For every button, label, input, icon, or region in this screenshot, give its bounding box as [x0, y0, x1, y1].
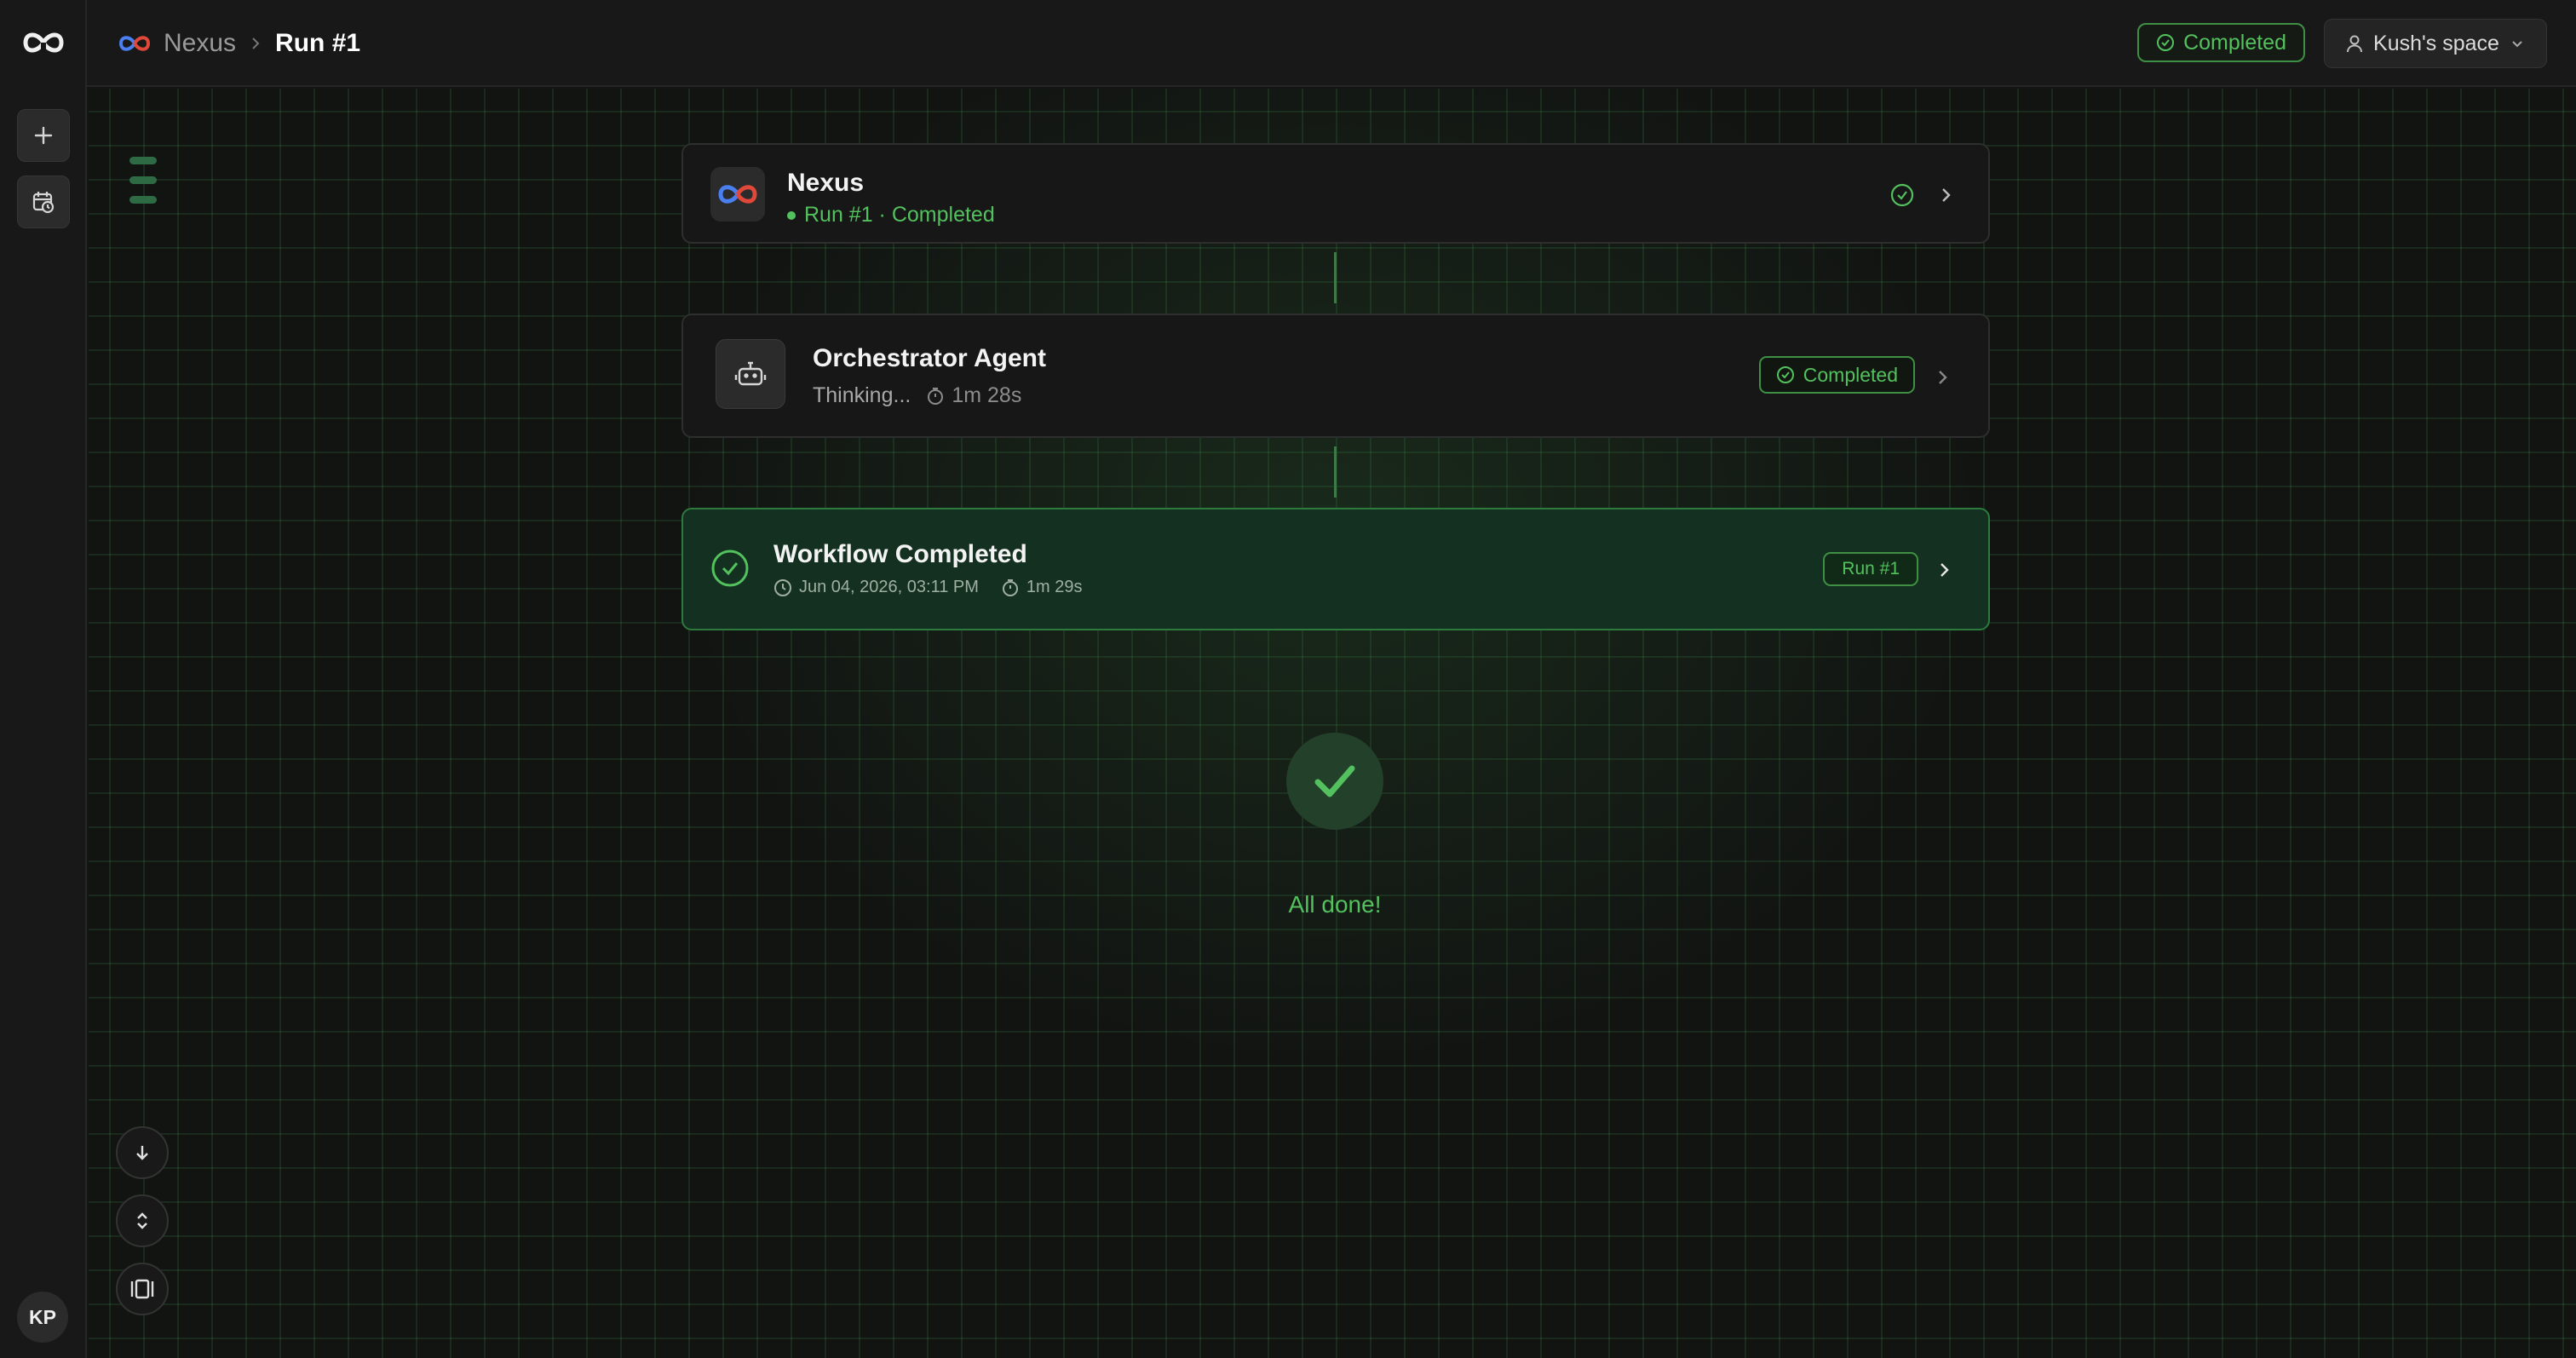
expand-collapse-button[interactable] — [116, 1194, 169, 1247]
completed-duration-value: 1m 29s — [1026, 578, 1083, 596]
agent-badge-label: Completed — [1803, 363, 1898, 386]
plus-icon — [32, 124, 55, 147]
workflow-completed-node[interactable]: Workflow Completed Jun 04, 2026, 03:11 P… — [681, 508, 1990, 630]
status-badge: Completed — [2137, 23, 2305, 62]
chevron-down-icon — [2510, 36, 2525, 51]
all-done-message: All done! — [1288, 891, 1382, 918]
completed-title: Workflow Completed — [773, 540, 1027, 568]
timer-icon — [1001, 578, 1020, 597]
completed-timestamp: Jun 04, 2026, 03:11 PM — [773, 578, 979, 597]
chevron-right-icon — [248, 36, 263, 51]
trigger-node[interactable]: Nexus Run #1 · Completed — [681, 143, 1990, 244]
agent-node[interactable]: Orchestrator Agent Thinking... 1m 28s Co… — [681, 314, 1990, 438]
chevron-right-icon[interactable] — [1937, 186, 1954, 204]
run-badge[interactable]: Run #1 — [1823, 552, 1918, 586]
trigger-status: Run #1 · Completed — [787, 203, 995, 227]
check-circle-icon — [710, 549, 750, 588]
agent-status-text: Thinking... — [813, 383, 911, 407]
agent-title: Orchestrator Agent — [813, 344, 1046, 372]
new-workflow-button[interactable] — [17, 109, 70, 162]
status-dot — [787, 210, 796, 220]
breadcrumb: Nexus Run #1 — [118, 0, 360, 87]
nexus-logo-icon — [118, 33, 152, 54]
status-label: Completed — [2183, 30, 2286, 55]
user-icon — [2346, 34, 2363, 53]
nexus-logo-icon — [710, 167, 765, 222]
arrow-down-icon — [132, 1142, 152, 1163]
outline-indicator[interactable] — [129, 157, 157, 216]
trigger-title: Nexus — [787, 169, 865, 197]
check-circle-icon — [1889, 182, 1915, 208]
chevron-right-icon[interactable] — [1934, 368, 1951, 387]
panel-layout-icon — [130, 1278, 154, 1300]
breadcrumb-current: Run #1 — [275, 29, 361, 57]
success-check-icon — [1286, 733, 1383, 830]
clock-icon — [773, 578, 792, 597]
timer-icon — [926, 387, 945, 406]
agent-duration: 1m 28s — [926, 383, 1021, 408]
completed-meta: Jun 04, 2026, 03:11 PM 1m 29s — [773, 578, 1082, 597]
connector-line — [1334, 252, 1337, 303]
breadcrumb-root[interactable]: Nexus — [164, 29, 236, 58]
completed-duration: 1m 29s — [1001, 578, 1083, 597]
top-bar: Nexus Run #1 Completed Kush's space — [87, 0, 2576, 87]
workspace-selector[interactable]: Kush's space — [2324, 19, 2547, 68]
schedule-button[interactable] — [17, 176, 70, 228]
avatar[interactable]: KP — [17, 1292, 68, 1343]
left-rail: KP — [0, 0, 87, 1358]
chevron-right-icon[interactable] — [1935, 561, 1952, 579]
agent-duration-value: 1m 28s — [952, 383, 1022, 407]
robot-icon — [716, 339, 785, 409]
connector-line — [1334, 446, 1337, 498]
trigger-subtitle: Run #1 · Completed — [804, 203, 995, 227]
panel-toggle-button[interactable] — [116, 1263, 169, 1315]
check-circle-icon — [1776, 365, 1795, 384]
app-logo-icon[interactable] — [20, 26, 66, 60]
calendar-clock-icon — [31, 189, 56, 215]
agent-meta: Thinking... 1m 28s — [813, 383, 1021, 408]
scroll-down-button[interactable] — [116, 1126, 169, 1179]
workflow-canvas[interactable]: Nexus Run #1 · Completed Orchestrator Ag… — [89, 89, 2576, 1358]
status-badge: Completed — [1758, 356, 1915, 394]
chevrons-up-down-icon — [132, 1211, 152, 1231]
workspace-label: Kush's space — [2373, 31, 2499, 55]
check-circle-icon — [2156, 33, 2175, 52]
completed-timestamp-value: Jun 04, 2026, 03:11 PM — [799, 578, 979, 596]
